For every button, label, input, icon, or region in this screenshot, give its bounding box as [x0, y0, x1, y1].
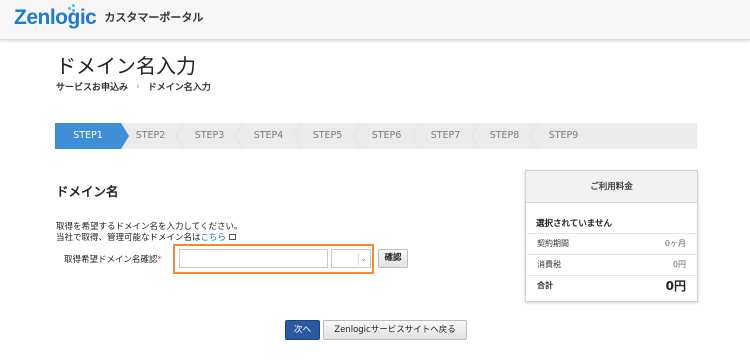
step-8: STEP8	[475, 123, 538, 149]
confirm-button[interactable]: 確認	[378, 249, 408, 268]
step-3: STEP3	[180, 123, 243, 149]
fee-period-value: 0ヶ月	[664, 239, 686, 248]
fee-total-value: 0円	[665, 279, 686, 293]
next-button[interactable]: 次へ	[285, 320, 320, 340]
top-bar: Zenlogic カスタマーポータル	[0, 0, 750, 40]
step-5: STEP5	[298, 123, 361, 149]
back-to-site-button[interactable]: Zenlogicサービスサイトへ戻る	[323, 320, 467, 340]
domain-name-input[interactable]	[179, 249, 328, 268]
fee-tax-value: 0円	[672, 260, 686, 269]
step-2: STEP2	[121, 123, 184, 149]
domain-field-label-text: 取得希望ドメイン名確認	[64, 255, 158, 265]
tld-select[interactable]: ⌄	[331, 249, 371, 268]
logo-dots-icon	[68, 4, 78, 12]
breadcrumb-item-service[interactable]: サービスお申込み	[56, 80, 128, 93]
logo-text: Zenlogic	[14, 6, 97, 29]
required-mark: *	[157, 255, 162, 265]
fee-row-period: 契約期間 0ヶ月	[527, 233, 696, 254]
domain-field-label: 取得希望ドメイン名確認*	[64, 253, 162, 265]
desc-line-1: 取得を希望するドメイン名を入力してください。	[56, 222, 243, 232]
step-9: STEP9	[548, 130, 579, 141]
chevron-down-icon: ⌄	[358, 253, 368, 265]
form-description: 取得を希望するドメイン名を入力してください。 当社で取得、管理可能なドメイン名は…	[56, 222, 243, 244]
breadcrumb: サービスお申込み › ドメイン名入力	[56, 80, 211, 94]
desc-line-2: 当社で取得、管理可能なドメイン名はこちら	[56, 233, 243, 244]
step-indicator: STEP1 STEP2 STEP3 STEP4 STEP5 STEP6 STEP…	[55, 123, 697, 149]
fee-period-label: 契約期間	[537, 239, 569, 248]
step-6: STEP6	[357, 123, 420, 149]
fee-panel: ご利用料金 選択されていません 契約期間 0ヶ月 消費税 0円 合計 0円	[525, 170, 698, 302]
page-title: ドメイン名入力	[56, 54, 196, 78]
breadcrumb-separator-icon: ›	[136, 81, 140, 92]
step-1: STEP1	[55, 123, 129, 149]
fee-none-selected: 選択されていません	[536, 219, 612, 229]
external-link-icon	[229, 234, 237, 240]
portal-title: カスタマーポータル	[104, 11, 204, 24]
breadcrumb-item-current: ドメイン名入力	[147, 83, 211, 93]
fee-row-total: 合計 0円	[527, 275, 696, 296]
fee-panel-title: ご利用料金	[526, 171, 697, 203]
fee-total-label: 合計	[537, 281, 553, 290]
step-7: STEP7	[416, 123, 479, 149]
section-title: ドメイン名	[56, 184, 119, 199]
fee-row-tax: 消費税 0円	[527, 254, 696, 275]
zenlogic-logo[interactable]: Zenlogic カスタマーポータル	[14, 4, 204, 34]
step-4: STEP4	[239, 123, 302, 149]
fee-tax-label: 消費税	[537, 260, 561, 269]
available-domains-link[interactable]: こちら	[201, 233, 227, 243]
desc-line-2-text: 当社で取得、管理可能なドメイン名は	[56, 233, 201, 243]
